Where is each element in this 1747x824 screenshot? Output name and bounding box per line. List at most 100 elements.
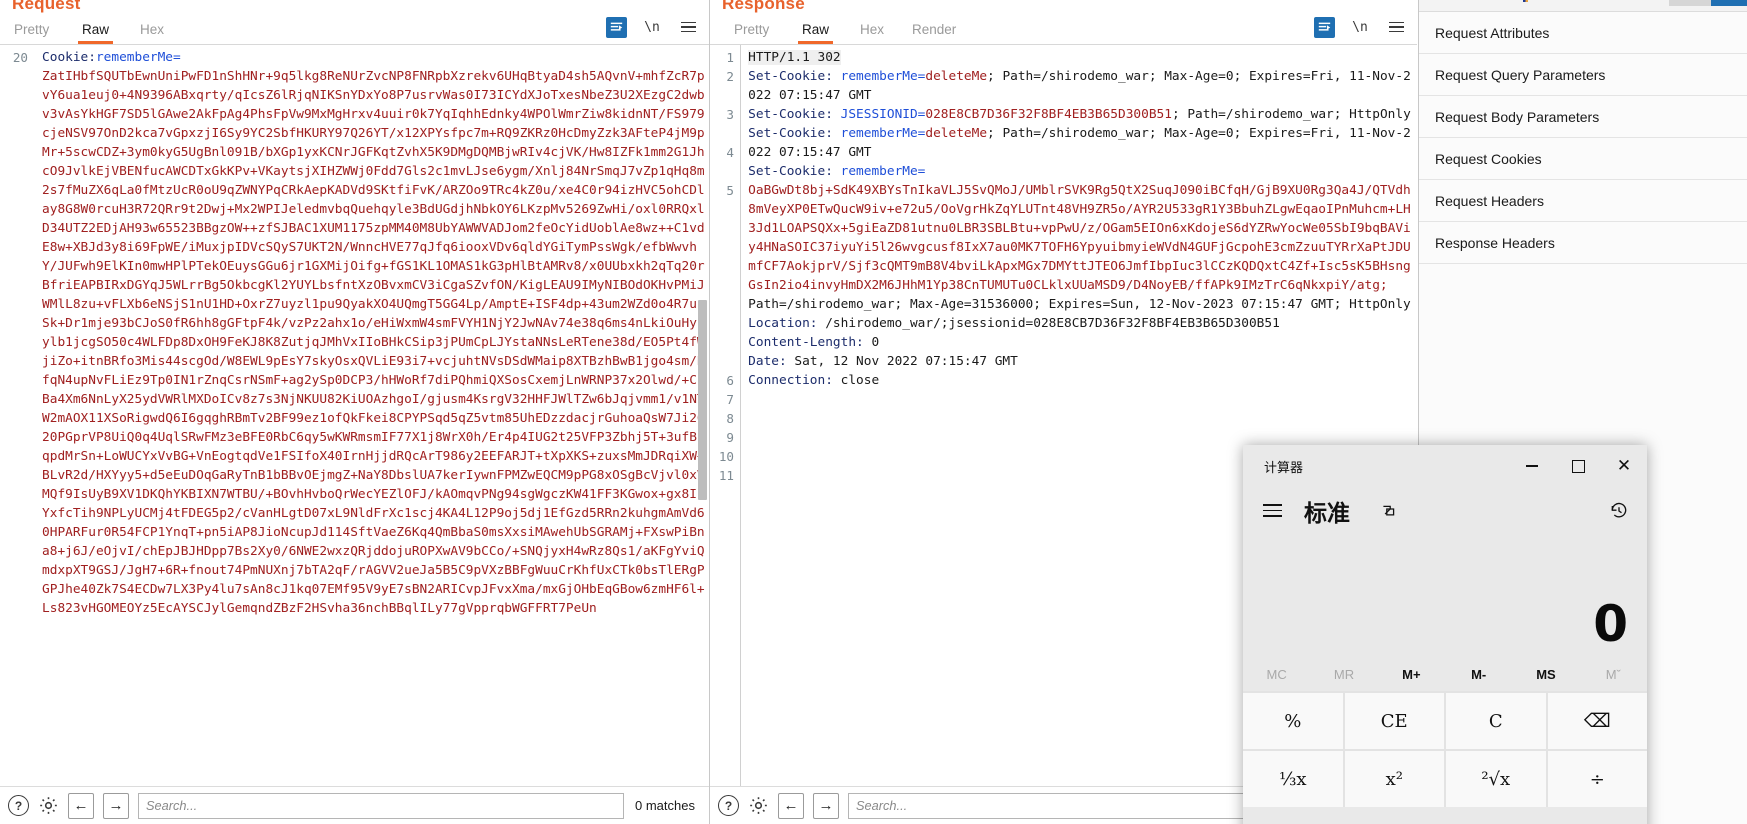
response-header-name: Location: — [748, 316, 818, 331]
response-cookie-name: rememberMe= — [840, 126, 926, 141]
response-rememberme-b64: OaBGwDt8bj+SdK49XBYsTnIkaVLJ5SvQMoJ/UMbl… — [748, 183, 1411, 293]
request-tabbar: Pretty Raw Hex — [0, 18, 709, 46]
request-cookie-value: ZatIHbfSQUTbEwnUniPwFD1nShHNr+9q5lkg8ReN… — [42, 69, 705, 616]
response-cookie-attrs: ; Path=/shirodemo_war; HttpOnly — [1171, 107, 1411, 122]
response-header-name: Content-Length: — [748, 335, 864, 350]
request-bottom-bar: ? ← → Search... 0 matches — [0, 786, 709, 824]
memory-subtract-button[interactable]: M- — [1445, 657, 1512, 691]
search-forward-button[interactable]: → — [813, 792, 839, 819]
sidebar-item-request-cookies[interactable]: Request Cookies — [1419, 138, 1747, 180]
response-cookie-value: deleteMe — [925, 69, 988, 84]
memory-store-button[interactable]: MS — [1512, 657, 1579, 691]
response-cookie-name: JSESSIONID= — [840, 107, 926, 122]
response-gutter: 1 2 3 4 5 6 7 8 9 10 11 — [718, 50, 734, 483]
tab-request-raw[interactable]: Raw — [76, 18, 115, 44]
help-icon[interactable]: ? — [8, 795, 29, 816]
response-status-line: HTTP/1.1 302 — [748, 50, 841, 65]
tab-response-pretty[interactable]: Pretty — [728, 18, 775, 41]
key-clear-entry[interactable]: CE — [1344, 693, 1444, 749]
hamburger-icon[interactable] — [1263, 504, 1282, 517]
sidebar-item-request-query-parameters[interactable]: Request Query Parameters — [1419, 54, 1747, 96]
screen-root: Request Pretty Raw Hex \n 20 Cookie:reme… — [0, 0, 1747, 824]
maximize-icon[interactable] — [1555, 445, 1601, 487]
minimize-icon[interactable] — [1509, 445, 1555, 487]
memory-list-button[interactable]: Mˇ — [1580, 657, 1647, 691]
request-match-count: 0 matches — [635, 798, 695, 813]
response-header-name: Set-Cookie: — [748, 69, 833, 84]
calculator-display-value: 0 — [1593, 595, 1628, 653]
calculator-mode-label: 标准 — [1304, 501, 1350, 527]
newline-icon[interactable]: \n — [641, 16, 663, 38]
search-forward-button[interactable]: → — [103, 792, 129, 819]
response-cookie-value: deleteMe — [925, 126, 988, 141]
memory-recall-button[interactable]: MR — [1310, 657, 1377, 691]
request-cookie-name: rememberMe= — [95, 50, 181, 65]
format-icon[interactable] — [606, 16, 627, 38]
request-cookie-header: Cookie: — [42, 50, 96, 65]
key-divide[interactable]: ÷ — [1547, 751, 1647, 807]
tab-response-raw[interactable]: Raw — [796, 18, 835, 44]
keep-on-top-icon[interactable] — [1380, 503, 1397, 524]
sidebar-item-request-body-parameters[interactable]: Request Body Parameters — [1419, 96, 1747, 138]
backspace-icon[interactable]: ⌫ — [1547, 693, 1647, 749]
response-header-value: 0 — [863, 335, 880, 350]
calculator-window-title: 计算器 — [1264, 460, 1304, 475]
calculator-window[interactable]: 计算器 ✕ 标准 0 MC MR M+ M- MS Mˇ % CE C ⌫ ⅓x… — [1243, 445, 1647, 824]
response-rememberme-attrs: Path=/shirodemo_war; Max-Age=31536000; E… — [748, 297, 1411, 312]
tab-response-render[interactable]: Render — [906, 18, 962, 41]
response-cookie-name: rememberMe= — [840, 69, 926, 84]
gear-icon[interactable] — [748, 795, 769, 816]
tab-request-pretty[interactable]: Pretty — [8, 18, 55, 41]
key-reciprocal[interactable]: ⅓x — [1243, 751, 1343, 807]
sidebar-item-request-attributes[interactable]: Request Attributes — [1419, 12, 1747, 54]
sidebar-item-response-headers[interactable]: Response Headers — [1419, 222, 1747, 264]
calculator-display: 0 — [1243, 535, 1647, 657]
response-cookie-name: rememberMe= — [840, 164, 926, 179]
response-header-name: Date: — [748, 354, 787, 369]
key-square[interactable]: x² — [1344, 751, 1444, 807]
request-scrollbar-thumb[interactable] — [698, 300, 707, 500]
search-back-button[interactable]: ← — [778, 792, 804, 819]
calculator-memory-row: MC MR M+ M- MS Mˇ — [1243, 657, 1647, 691]
response-header-name: Set-Cookie: — [748, 164, 833, 179]
sidebar-item-request-headers[interactable]: Request Headers — [1419, 180, 1747, 222]
memory-add-button[interactable]: M+ — [1378, 657, 1445, 691]
help-icon[interactable]: ? — [718, 795, 739, 816]
response-panel-title: Response — [722, 0, 805, 13]
search-back-button[interactable]: ← — [68, 792, 94, 819]
request-tools: \n — [606, 16, 699, 38]
close-icon[interactable]: ✕ — [1601, 445, 1647, 487]
format-icon[interactable] — [1314, 16, 1335, 38]
gear-icon[interactable] — [38, 795, 59, 816]
key-percent[interactable]: % — [1243, 693, 1343, 749]
sidebar-indicator — [1523, 0, 1528, 2]
response-header-name: Set-Cookie: — [748, 107, 833, 122]
memory-clear-button[interactable]: MC — [1243, 657, 1310, 691]
request-search-input[interactable]: Search... — [138, 792, 625, 819]
sidebar-button-grey[interactable] — [1669, 0, 1711, 6]
request-code-area[interactable]: 20 Cookie:rememberMe= ZatIHbfSQUTbEwnUni… — [0, 45, 709, 786]
menu-icon[interactable] — [677, 16, 699, 38]
calculator-modebar: 标准 — [1243, 487, 1647, 535]
response-header-value: Sat, 12 Nov 2022 07:15:47 GMT — [786, 354, 1018, 369]
calculator-keypad: % CE C ⌫ ⅓x x² ²√x ÷ — [1243, 691, 1647, 807]
key-square-root[interactable]: ²√x — [1446, 751, 1546, 807]
request-code[interactable]: Cookie:rememberMe= ZatIHbfSQUTbEwnUniPwF… — [34, 45, 709, 786]
response-cookie-value: 028E8CB7D36F32F8BF4EB3B65D300B51 — [925, 107, 1172, 122]
tab-response-hex[interactable]: Hex — [854, 18, 890, 41]
history-icon[interactable] — [1609, 501, 1629, 527]
calculator-titlebar[interactable]: 计算器 ✕ — [1243, 445, 1647, 487]
sidebar-top-strip — [1419, 0, 1747, 12]
request-panel-title: Request — [12, 0, 81, 13]
response-tabbar: Pretty Raw Hex Render — [710, 18, 1417, 46]
response-header-name: Set-Cookie: — [748, 126, 833, 141]
calculator-window-controls: ✕ — [1509, 445, 1647, 487]
menu-icon[interactable] — [1385, 16, 1407, 38]
sidebar-button-blue[interactable] — [1711, 0, 1747, 6]
response-tools: \n — [1314, 16, 1407, 38]
tab-request-hex[interactable]: Hex — [134, 18, 170, 41]
key-clear[interactable]: C — [1446, 693, 1546, 749]
response-header-value: /shirodemo_war/;jsessionid=028E8CB7D36F3… — [817, 316, 1280, 331]
request-panel: Request Pretty Raw Hex \n 20 Cookie:reme… — [0, 0, 709, 824]
newline-icon[interactable]: \n — [1349, 16, 1371, 38]
